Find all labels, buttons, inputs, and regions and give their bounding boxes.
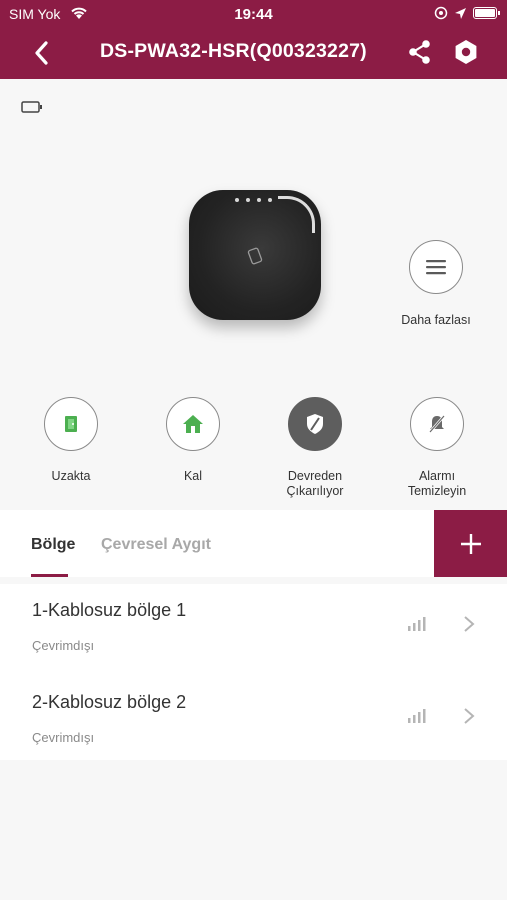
battery-icon xyxy=(473,7,500,19)
zone-status: Çevrimdışı xyxy=(32,638,95,653)
bell-off-icon xyxy=(429,415,445,433)
zone-name: 2-Kablosuz bölge 2 xyxy=(32,692,187,712)
clear-alarm-label: Alarmı Temizleyin xyxy=(407,469,467,498)
stay-label: Kal xyxy=(183,469,203,483)
device-battery-icon xyxy=(21,101,42,113)
mode-stay[interactable]: Kal xyxy=(133,397,253,484)
zone-row[interactable]: 1-Kablosuz bölge 1 Çevrimdışı xyxy=(0,584,507,676)
stay-button[interactable] xyxy=(166,397,220,451)
chevron-right-icon xyxy=(464,616,475,632)
away-button[interactable] xyxy=(44,397,98,451)
plus-icon xyxy=(460,533,481,554)
status-indicators xyxy=(434,6,500,20)
shield-disarm-icon xyxy=(307,414,323,434)
disarm-label: Devreden Çıkarılıyor xyxy=(286,469,344,498)
tab-peripheral[interactable]: Çevresel Aygıt xyxy=(101,536,211,554)
panel-device-image xyxy=(189,190,321,320)
status-time: 19:44 xyxy=(234,6,273,23)
more-label: Daha fazlası xyxy=(401,313,471,327)
signal-icon xyxy=(408,709,426,723)
screen-lock-icon xyxy=(434,6,448,20)
chevron-right-icon xyxy=(464,708,475,724)
menu-icon xyxy=(426,260,446,275)
app-header: SIM Yok 19:44 DS-PWA32-HSR(Q00323227) xyxy=(0,0,507,79)
zone-name: 1-Kablosuz bölge 1 xyxy=(32,600,187,620)
settings-icon[interactable] xyxy=(452,38,480,66)
clear-alarm-button[interactable] xyxy=(410,397,464,451)
away-label: Uzakta xyxy=(51,469,91,483)
share-icon[interactable] xyxy=(407,38,433,66)
tag-reader-icon xyxy=(247,247,263,265)
zone-status: Çevrimdışı xyxy=(32,730,95,745)
mode-away[interactable]: Uzakta xyxy=(11,397,131,484)
disarm-button[interactable] xyxy=(288,397,342,451)
tab-active-indicator xyxy=(31,574,68,577)
away-door-icon xyxy=(65,416,77,432)
home-icon xyxy=(183,415,203,433)
more-button[interactable] xyxy=(409,240,463,294)
zone-row[interactable]: 2-Kablosuz bölge 2 Çevrimdışı xyxy=(0,676,507,768)
tabs-bar: Bölge Çevresel Aygıt xyxy=(0,510,507,577)
mode-clear-alarm[interactable]: Alarmı Temizleyin xyxy=(377,397,497,499)
location-icon xyxy=(455,7,466,19)
tab-zone[interactable]: Bölge xyxy=(31,536,75,554)
device-leds xyxy=(235,198,272,202)
zone-list: 1-Kablosuz bölge 1 Çevrimdışı 2-Kablosuz… xyxy=(0,584,507,760)
mode-disarm[interactable]: Devreden Çıkarılıyor xyxy=(255,397,375,499)
nav-bar: DS-PWA32-HSR(Q00323227) xyxy=(0,28,507,79)
signal-icon xyxy=(408,617,426,631)
page-title: DS-PWA32-HSR(Q00323227) xyxy=(100,40,367,62)
add-button[interactable] xyxy=(434,510,507,577)
back-button[interactable] xyxy=(27,38,57,68)
status-bar: SIM Yok 19:44 xyxy=(0,0,507,28)
device-highlight xyxy=(278,196,315,233)
